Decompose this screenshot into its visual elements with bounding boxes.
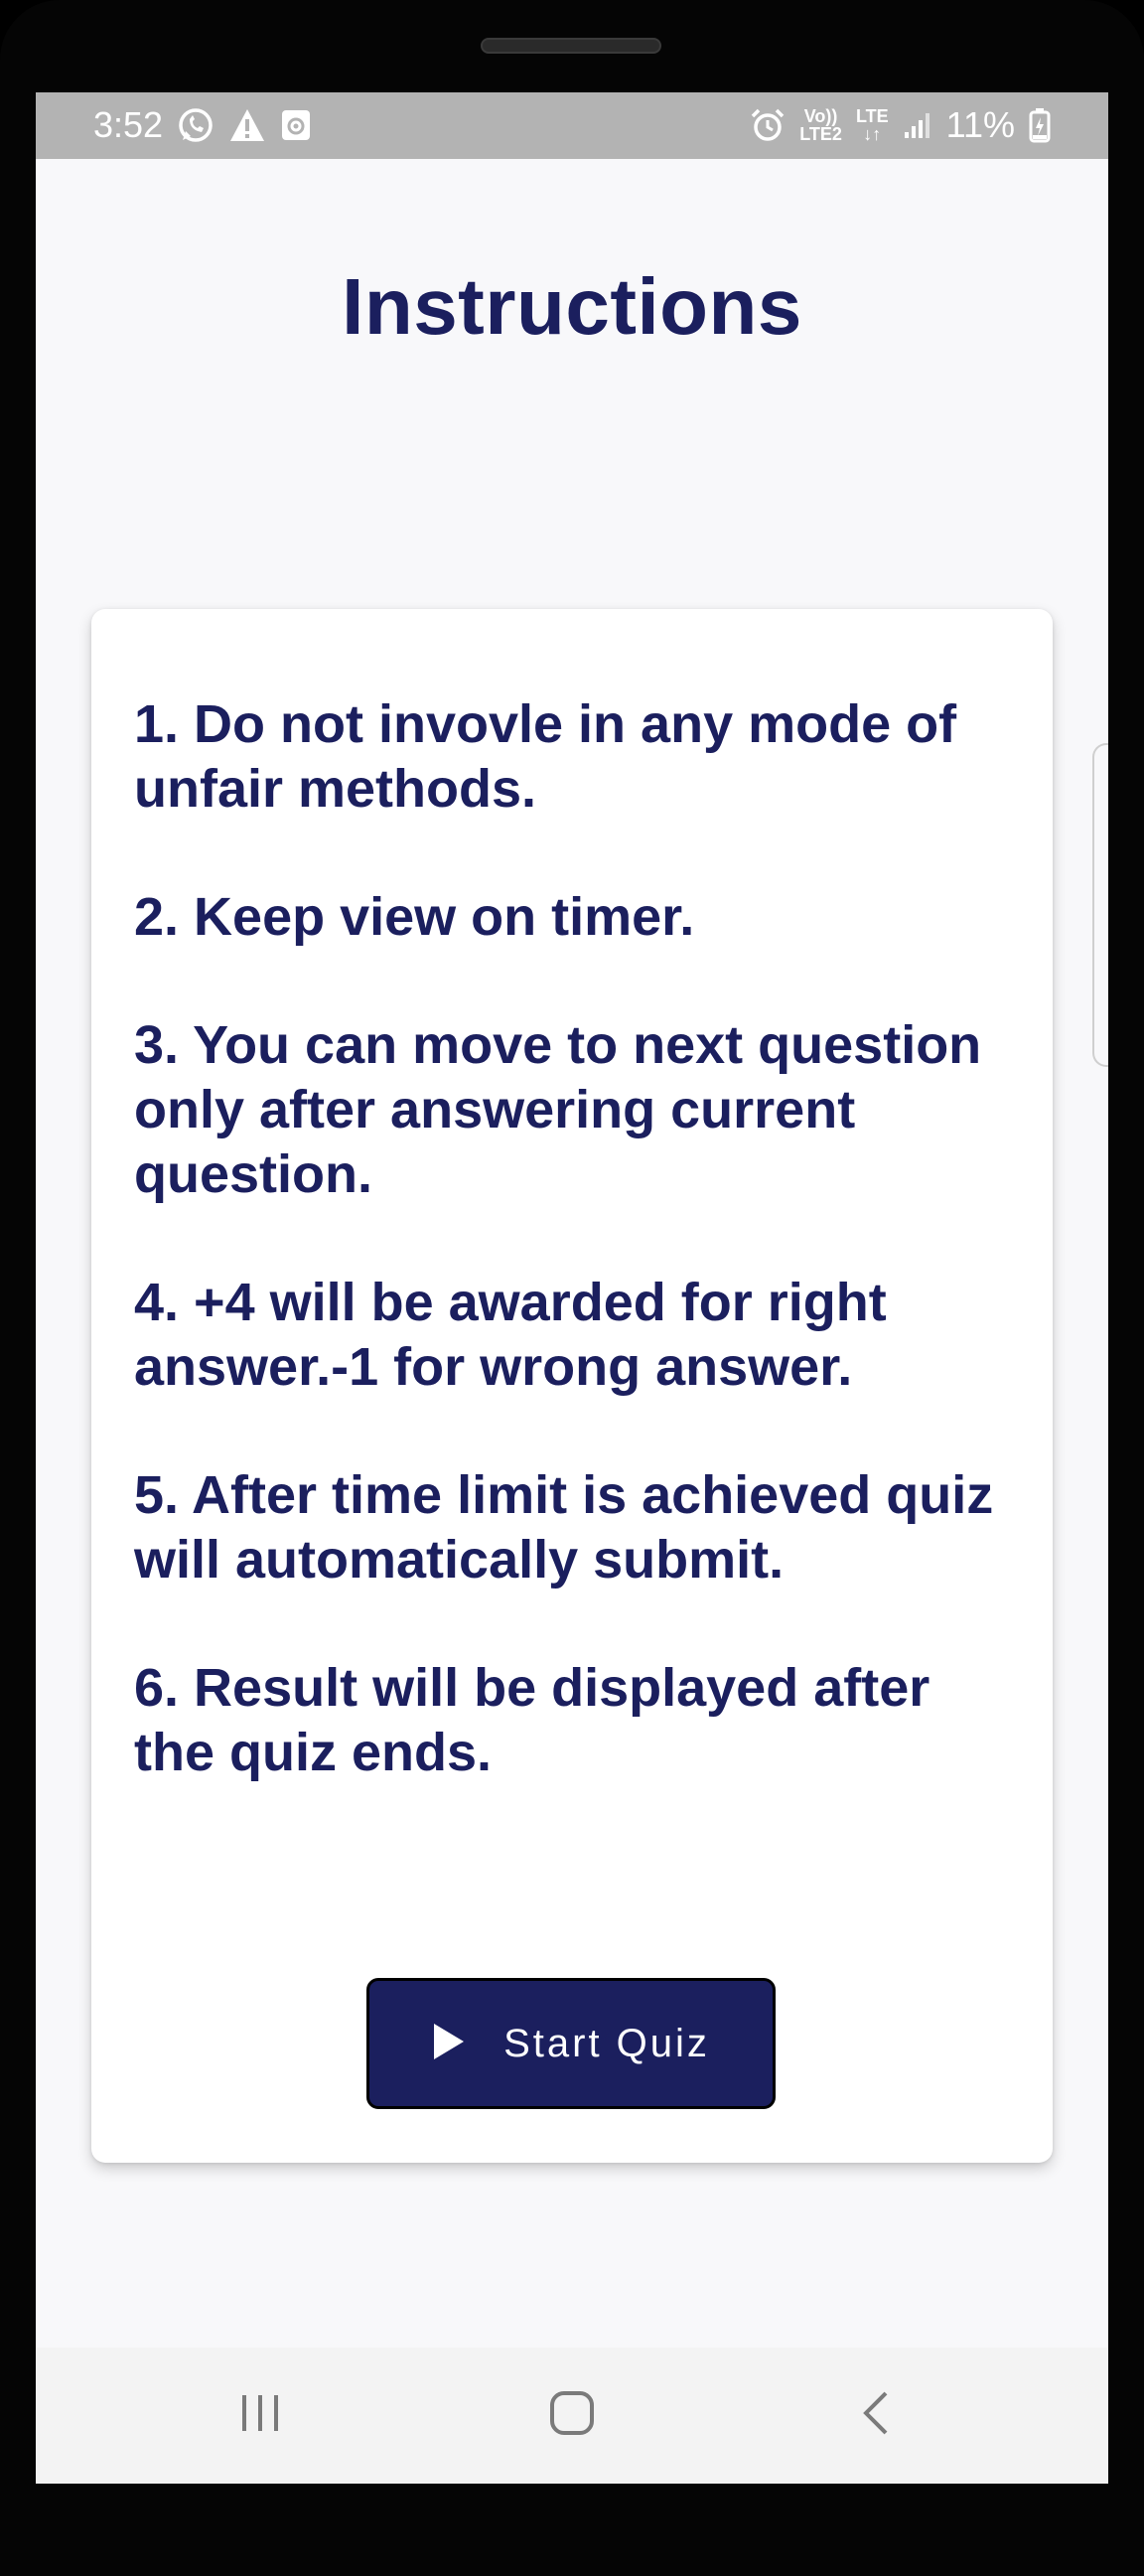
signal-icon [903, 110, 932, 140]
status-left-group: 3:52 [93, 104, 312, 146]
status-right-group: Vo)) LTE2 LTE ↓↑ 11% [750, 104, 1051, 146]
instruction-item-4: 4. +4 will be awarded for right answer.-… [134, 1273, 887, 1397]
instruction-item-6: 6. Result will be displayed after the qu… [134, 1658, 930, 1782]
whatsapp-icon [177, 106, 214, 144]
recents-button[interactable] [211, 2382, 310, 2448]
alarm-icon [750, 107, 786, 143]
back-button[interactable] [826, 2382, 926, 2448]
earpiece-speaker [481, 38, 661, 54]
instruction-item-3: 3. You can move to next question only af… [134, 1015, 982, 1204]
lte-indicator: LTE ↓↑ [856, 107, 889, 143]
navigation-bar [36, 2348, 1108, 2484]
battery-percent: 11% [945, 104, 1015, 145]
page-title: Instructions [342, 262, 802, 351]
home-button[interactable] [522, 2382, 622, 2448]
instruction-item-1: 1. Do not invovle in any mode of unfair … [134, 694, 957, 819]
start-quiz-button[interactable]: Start Quiz [366, 1978, 776, 2109]
screen-recorder-icon [280, 108, 312, 142]
instructions-list: 1. Do not invovle in any mode of unfair … [134, 692, 1018, 1849]
start-quiz-label: Start Quiz [503, 2021, 710, 2065]
play-icon [432, 2022, 466, 2066]
data-arrows-icon: ↓↑ [863, 124, 882, 144]
phone-frame: 3:52 Vo)) LTE2 LTE ↓↑ 11% Instructions 1… [0, 0, 1144, 2576]
status-bar: 3:52 Vo)) LTE2 LTE ↓↑ 11% [36, 92, 1108, 159]
instructions-card: 1. Do not invovle in any mode of unfair … [91, 609, 1053, 2163]
battery-charging-icon [1029, 107, 1051, 143]
home-icon [549, 2390, 595, 2441]
edge-panel-handle[interactable] [1092, 743, 1108, 1067]
instruction-item-2: 2. Keep view on timer. [134, 887, 695, 947]
back-icon [860, 2389, 892, 2442]
screen: 3:52 Vo)) LTE2 LTE ↓↑ 11% Instructions 1… [36, 92, 1108, 2484]
instruction-item-5: 5. After time limit is achieved quiz wil… [134, 1465, 994, 1590]
recents-icon [238, 2391, 282, 2440]
warning-icon [228, 107, 266, 143]
volte-label: Vo)) [803, 106, 838, 126]
status-time: 3:52 [93, 104, 164, 145]
bottom-bezel [0, 2484, 1144, 2576]
lte-label: LTE [855, 106, 889, 126]
lte2-label: LTE2 [799, 124, 842, 144]
volte-indicator: Vo)) LTE2 [799, 107, 842, 143]
